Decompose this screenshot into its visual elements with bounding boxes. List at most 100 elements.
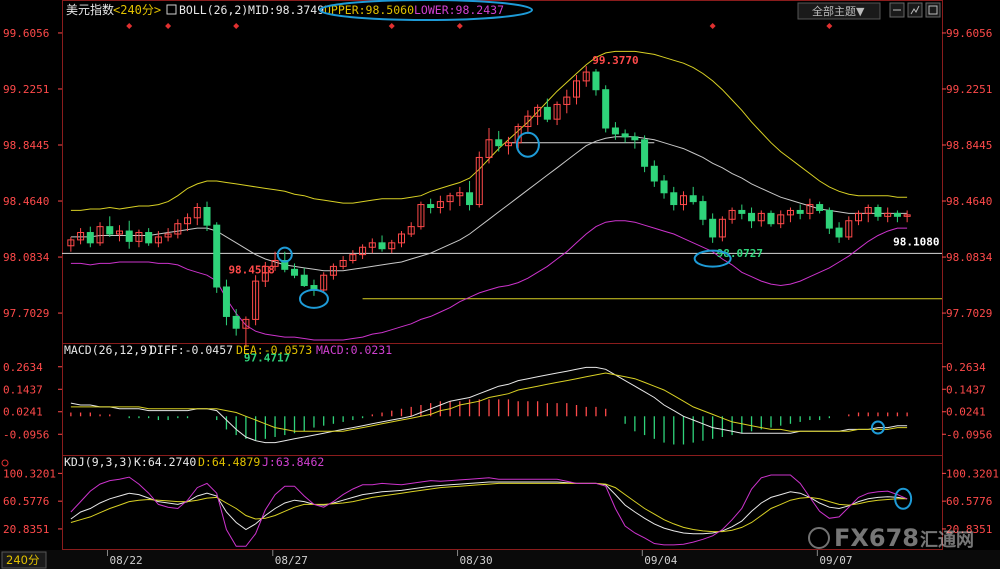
price-tick-left: 99.6056: [3, 27, 49, 40]
kdj-tick-left: 100.3201: [3, 467, 56, 480]
boll-lower-value: LOWER:98.2437: [414, 3, 504, 17]
candle-body: [709, 218, 717, 238]
chart-canvas: 美元指数 <240分> BOLL(26,2) MID:98.3749 UPPER…: [0, 0, 1000, 569]
svg-text:240分: 240分: [6, 553, 40, 567]
macd-axis: 0.2634 0.2634 0.1437 0.1437 0.0241 0.0241 -0.0…: [3, 361, 992, 441]
price-tick-left: 98.0834: [3, 251, 50, 264]
candle-body: [145, 232, 153, 244]
candle-body: [125, 230, 133, 242]
period-tab[interactable]: 240分: [1, 551, 47, 569]
macd-tick-right: 0.1437: [946, 383, 986, 396]
price-tick-left: 98.4640: [3, 195, 49, 208]
boll-lower-line: [70, 220, 908, 341]
macd-tick-left: 0.0241: [3, 406, 43, 419]
price-tick-left: 99.2251: [3, 83, 49, 96]
macd-histogram: [70, 399, 908, 445]
price-tick-right: 99.6056: [946, 27, 992, 40]
kdj-j-value: J:63.8462: [262, 455, 324, 469]
watermark-text: FX678: [834, 524, 919, 552]
watermark-cn-text: 汇通网: [920, 530, 974, 551]
kdj-k-line: [70, 481, 908, 535]
kdj-tick-left: 20.8351: [3, 523, 49, 536]
candle-body: [641, 139, 649, 167]
date-label: 09/07: [819, 554, 852, 567]
kdj-tick-left: 60.5776: [3, 495, 49, 508]
candle-body: [631, 136, 639, 141]
candle-body: [602, 89, 610, 129]
event-marker-icon: [709, 23, 716, 29]
candle-body: [650, 165, 658, 182]
candle-body: [816, 204, 824, 211]
candle-body: [427, 204, 435, 209]
kdj-tick-right: 60.5776: [946, 495, 992, 508]
kdj-name: KDJ(9,3,3): [64, 455, 133, 469]
date-label: 08/30: [460, 554, 493, 567]
price-tick-right: 99.2251: [946, 83, 992, 96]
macd-dea-value: DEA:-0.0573: [236, 343, 312, 357]
candle-body: [893, 212, 901, 217]
candle-body: [748, 212, 756, 222]
svg-text:全部主题▼: 全部主题▼: [812, 4, 865, 18]
window-buttons[interactable]: [889, 2, 941, 18]
candle-body: [213, 224, 221, 288]
date-label: 09/04: [644, 554, 677, 567]
all-topics-dropdown[interactable]: 全部主题▼: [797, 2, 881, 20]
date-label: 08/27: [275, 554, 308, 567]
kdj-j-line: [70, 474, 908, 547]
price-annotation: 98.0727: [717, 247, 763, 260]
candle-body: [378, 242, 386, 250]
price-annotation: 99.3770: [592, 54, 638, 67]
candle-body: [291, 268, 299, 276]
event-marker-icon: [233, 23, 240, 29]
price-tick-right: 98.8445: [946, 139, 992, 152]
macd-diff-value: DIFF:-0.0457: [150, 343, 233, 357]
candle-body: [738, 209, 746, 214]
maximize-button[interactable]: [925, 2, 941, 18]
candle-body: [106, 226, 114, 235]
price-guide-lines: [62, 142, 942, 300]
watermark-logo-icon: [808, 527, 830, 549]
macd-name: MACD(26,12,9): [64, 343, 154, 357]
kdj-d-line: [70, 482, 908, 533]
candlesticks: [67, 66, 911, 348]
price-annotation: 98.4518: [228, 264, 274, 277]
candle-body: [767, 212, 775, 225]
candle-body: [621, 133, 629, 138]
candle-body: [874, 207, 882, 217]
kdj-tick-right: 100.3201: [946, 467, 999, 480]
price-tick-left: 98.8445: [3, 139, 49, 152]
candle-body: [222, 286, 230, 317]
event-marker-icon: [126, 23, 133, 29]
candle-body: [592, 71, 600, 91]
period-selector[interactable]: <240分>: [113, 3, 161, 17]
kdj-settings-icon[interactable]: [1, 459, 9, 467]
macd-tick-right: 0.2634: [946, 361, 986, 374]
candle-body: [543, 106, 551, 120]
price-annotations: 98.451899.377097.471798.072798.1080: [228, 54, 939, 364]
price-highlight: [515, 131, 540, 158]
macd-tick-left: 0.1437: [3, 383, 43, 396]
boll-indicator-icon: [166, 4, 177, 15]
event-marker-icon: [456, 23, 463, 29]
candle-body: [232, 315, 240, 329]
bollinger-bands: [70, 50, 908, 341]
price-tick-right: 98.0834: [946, 251, 993, 264]
price-tick-right: 98.4640: [946, 195, 992, 208]
event-marker-icon: [165, 23, 172, 29]
candle-body: [670, 192, 678, 206]
macd-tick-left: 0.2634: [3, 361, 43, 374]
macd-tick-right: -0.0956: [946, 428, 992, 441]
boll-name: BOLL(26,2): [179, 3, 248, 17]
highlight-circles: [276, 131, 913, 510]
candle-body: [86, 232, 94, 244]
price-axis: 99.6056 99.6056 99.2251 99.2251 98.8445 98.84…: [3, 27, 993, 320]
event-markers: [126, 23, 833, 29]
candle-body: [466, 192, 474, 206]
candle-body: [203, 207, 211, 226]
price-tick-left: 97.7029: [3, 307, 49, 320]
price-tick-right: 97.7029: [946, 307, 992, 320]
macd-tick-right: 0.0241: [946, 406, 986, 419]
event-marker-icon: [388, 23, 395, 29]
candle-body: [611, 127, 619, 135]
macd-tick-left: -0.0956: [3, 428, 49, 441]
